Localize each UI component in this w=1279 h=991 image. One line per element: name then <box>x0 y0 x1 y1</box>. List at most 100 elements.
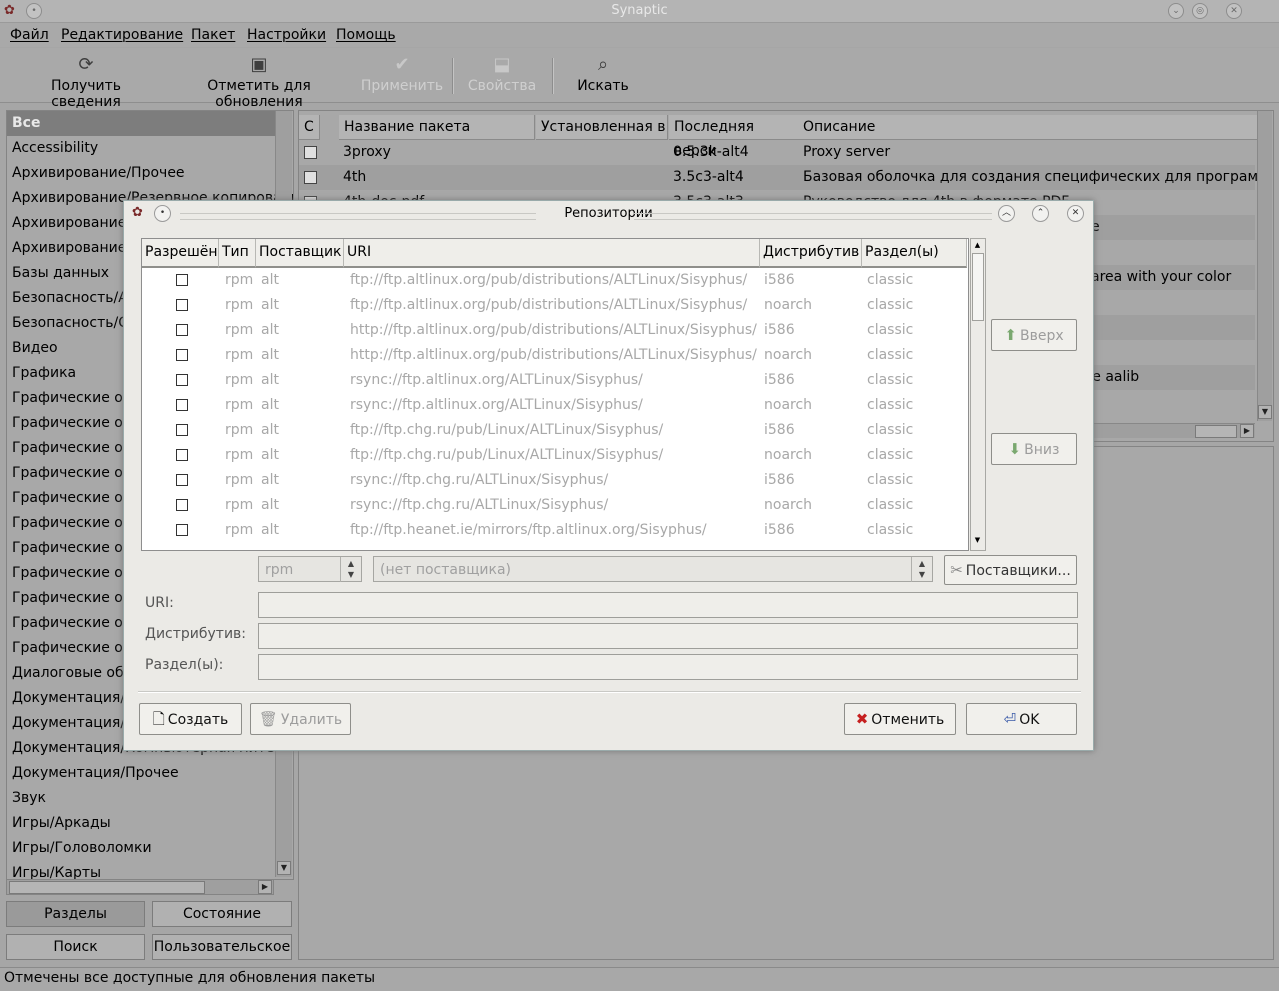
apply-button[interactable]: ✔ Применить <box>360 48 444 102</box>
maximize-icon[interactable]: ◎ <box>1192 3 1208 19</box>
reload-button[interactable]: ⟳ Получить сведения <box>14 48 158 110</box>
scrollbar-thumb[interactable] <box>972 253 984 321</box>
category-item[interactable]: Accessibility <box>12 136 98 161</box>
search-filter-button[interactable]: Поиск <box>6 934 145 960</box>
vendors-button[interactable]: ✂ Поставщики... <box>944 555 1077 585</box>
properties-button[interactable]: ⬓ Свойства <box>464 48 540 102</box>
repo-dist: i586 <box>764 422 795 438</box>
enabled-checkbox[interactable] <box>176 399 188 411</box>
window-title: Synaptic <box>611 3 668 18</box>
enabled-checkbox[interactable] <box>176 499 188 511</box>
enabled-checkbox[interactable] <box>176 274 188 286</box>
category-item[interactable]: Архивирование/Прочее <box>12 161 185 186</box>
search-button[interactable]: ⌕ Искать <box>572 48 634 102</box>
repository-row[interactable]: rpm alt ftp://ftp.altlinux.org/pub/distrib… <box>142 293 966 318</box>
scroll-down-icon[interactable]: ▼ <box>277 861 291 875</box>
col-name-header[interactable]: Название пакета <box>339 115 535 140</box>
mark-upgrades-button[interactable]: ▣ Отметить для обновления <box>162 48 356 110</box>
create-button[interactable]: 🗋 Создать <box>139 703 242 735</box>
repo-vendor: alt <box>261 497 279 513</box>
type-select[interactable]: rpm ▲ ▼ <box>258 556 362 582</box>
col-status-header[interactable]: С <box>299 115 320 140</box>
repository-row[interactable]: rpm alt ftp://ftp.altlinux.org/pub/distrib… <box>142 268 966 293</box>
scroll-down-icon[interactable]: ▼ <box>1258 405 1272 419</box>
repository-row[interactable]: rpm alt rsync://ftp.chg.ru/ALTLinux/Sisyph… <box>142 468 966 493</box>
section-input[interactable] <box>258 654 1078 680</box>
repository-row[interactable]: rpm alt http://ftp.altlinux.org/pub/distri… <box>142 318 966 343</box>
move-down-button[interactable]: ⬇ Вниз <box>991 433 1077 465</box>
repository-row[interactable]: rpm alt rsync://ftp.chg.ru/ALTLinux/Sisyph… <box>142 493 966 518</box>
col-section-header[interactable]: Раздел(ы) <box>862 239 967 268</box>
repository-row[interactable]: rpm alt ftp://ftp.chg.ru/pub/Linux/ALTLinu… <box>142 418 966 443</box>
col-vendor-header[interactable]: Поставщик <box>256 239 344 268</box>
minimize-icon[interactable]: ⌄ <box>1168 3 1184 19</box>
repository-row[interactable]: rpm alt rsync://ftp.altlinux.org/ALTLinux/… <box>142 393 966 418</box>
category-item[interactable]: Игры/Головоломки <box>12 836 152 861</box>
category-item[interactable]: Звук <box>12 786 46 811</box>
enabled-checkbox[interactable] <box>176 524 188 536</box>
repo-section: classic <box>867 522 914 538</box>
col-type-header[interactable]: Тип <box>219 239 256 268</box>
custom-filter-button[interactable]: Пользовательское <box>152 934 292 960</box>
package-row[interactable]: 3proxy 0.5.3k-alt4 Proxy server <box>299 140 1255 165</box>
col-enabled-header[interactable]: Разрешён <box>142 239 219 268</box>
col-desc-header[interactable]: Описание <box>798 115 1259 140</box>
delete-button[interactable]: 🗑 Удалить <box>250 703 351 735</box>
category-item[interactable]: Все <box>7 111 276 136</box>
dist-input[interactable] <box>258 623 1078 649</box>
cancel-button[interactable]: ✖ Отменить <box>844 703 956 735</box>
sections-button[interactable]: Разделы <box>6 901 145 927</box>
enabled-checkbox[interactable] <box>176 324 188 336</box>
scroll-up-icon[interactable]: ▲ <box>972 240 983 251</box>
enabled-checkbox[interactable] <box>176 349 188 361</box>
category-item[interactable]: Документация/Прочее <box>12 761 179 786</box>
enabled-checkbox[interactable] <box>176 474 188 486</box>
enabled-checkbox[interactable] <box>176 374 188 386</box>
dialog-maximize-icon[interactable]: ⌃ <box>1032 205 1049 222</box>
package-checkbox[interactable] <box>304 146 317 159</box>
ok-button[interactable]: ⏎ OK <box>966 703 1077 735</box>
repo-type: rpm <box>225 422 254 438</box>
category-item[interactable]: Игры/Аркады <box>12 811 111 836</box>
col-dist-header[interactable]: Дистрибутив <box>760 239 862 268</box>
scroll-right-icon[interactable]: ▶ <box>1240 424 1254 438</box>
repository-row[interactable]: rpm alt ftp://ftp.chg.ru/pub/Linux/ALTLinu… <box>142 443 966 468</box>
repo-section: classic <box>867 397 914 413</box>
col-uri-header[interactable]: URI <box>344 239 760 268</box>
scroll-down-icon[interactable]: ▼ <box>972 535 983 546</box>
col-installed-header[interactable]: Установленная в <box>536 115 668 140</box>
package-checkbox[interactable] <box>304 171 317 184</box>
repo-vendor: alt <box>261 297 279 313</box>
status-button[interactable]: Состояние <box>152 901 292 927</box>
repository-row[interactable]: rpm alt ftp://ftp.heanet.ie/mirrors/ftp.al… <box>142 518 966 543</box>
menu-help[interactable]: Помощь <box>336 27 396 43</box>
move-up-button[interactable]: ⬆ Вверх <box>991 319 1077 351</box>
scroll-right-icon[interactable]: ▶ <box>258 880 272 894</box>
category-item[interactable]: Видео <box>12 336 58 361</box>
repository-row[interactable]: rpm alt rsync://ftp.altlinux.org/ALTLinux/… <box>142 368 966 393</box>
enabled-checkbox[interactable] <box>176 449 188 461</box>
menu-file[interactable]: Файл <box>10 27 49 43</box>
menu-package[interactable]: Пакет <box>191 27 235 43</box>
dialog-close-icon[interactable]: ✕ <box>1067 205 1084 222</box>
enabled-checkbox[interactable] <box>176 424 188 436</box>
section-label: Раздел(ы): <box>145 657 224 673</box>
repo-uri: ftp://ftp.chg.ru/pub/Linux/ALTLinux/Sisy… <box>350 422 664 438</box>
repository-row[interactable]: rpm alt http://ftp.altlinux.org/pub/distri… <box>142 343 966 368</box>
category-hscrollbar[interactable] <box>6 879 274 895</box>
repository-vscrollbar[interactable]: ▲ ▼ <box>970 238 986 551</box>
category-item[interactable]: Игры/Карты <box>12 861 101 879</box>
col-latest-header[interactable]: Последняя верси <box>669 115 799 159</box>
close-icon[interactable]: ✕ <box>1226 3 1242 19</box>
package-row[interactable]: 4th 3.5c3-alt4 Базовая оболочка для созд… <box>299 165 1273 190</box>
vendor-select[interactable]: (нет поставщика) ▲ ▼ <box>373 556 933 582</box>
enabled-checkbox[interactable] <box>176 299 188 311</box>
category-item[interactable]: Базы данных <box>12 261 109 286</box>
dialog-minimize-icon[interactable]: ︿ <box>998 205 1015 222</box>
uri-input[interactable] <box>258 592 1078 618</box>
repo-type: rpm <box>225 272 254 288</box>
category-item[interactable]: Графика <box>12 361 76 386</box>
menu-settings[interactable]: Настройки <box>247 27 326 43</box>
package-vscrollbar[interactable] <box>1257 111 1272 421</box>
menu-edit[interactable]: Редактирование <box>61 27 183 43</box>
